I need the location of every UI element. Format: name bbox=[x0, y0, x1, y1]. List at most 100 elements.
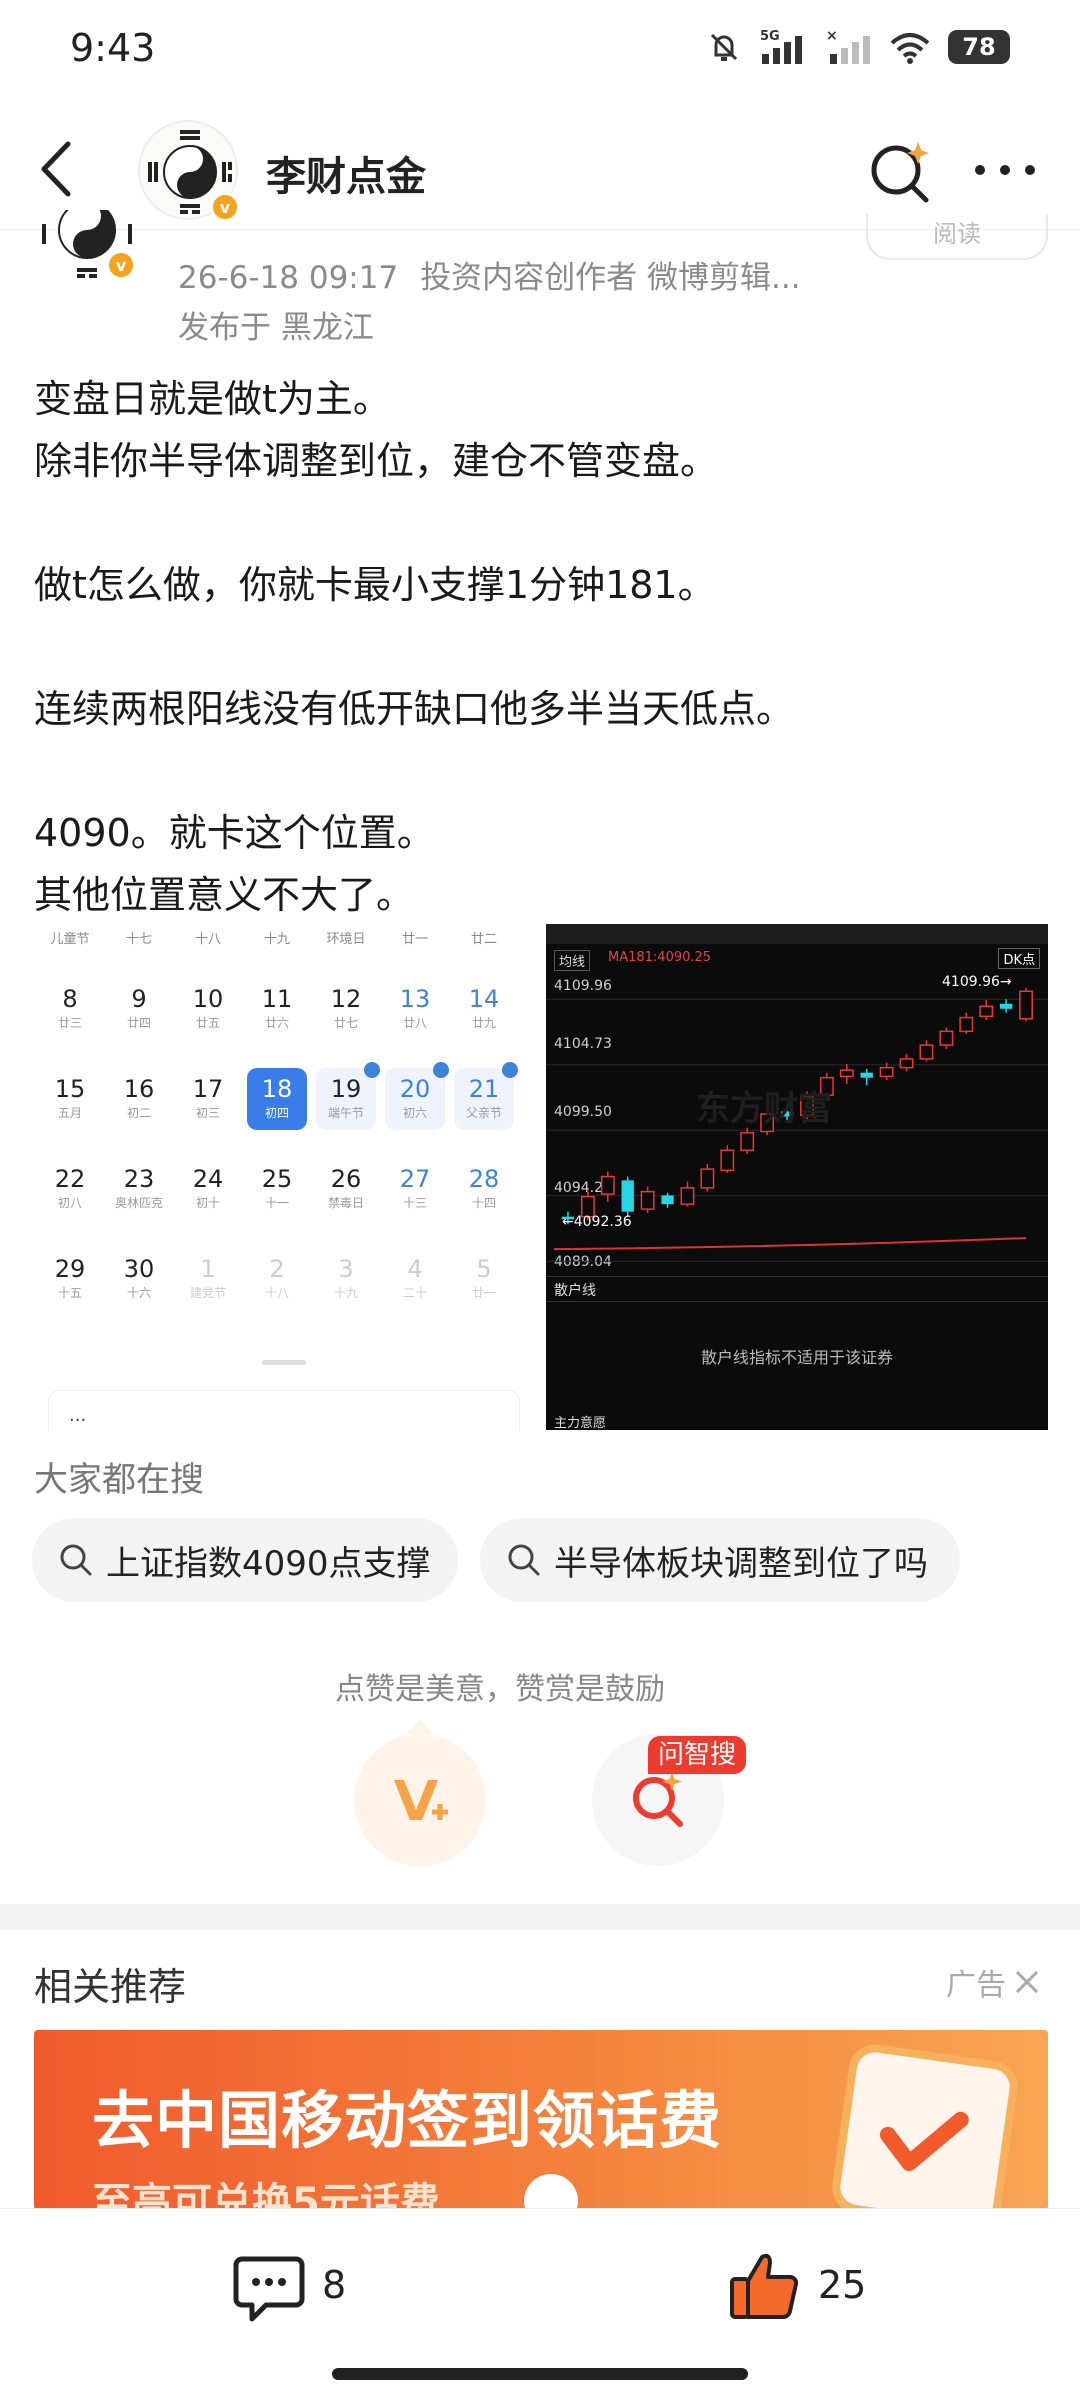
candle-body bbox=[740, 1132, 755, 1152]
svg-text:5G: 5G bbox=[760, 29, 780, 44]
calendar-day-lunar: 廿九 bbox=[471, 1016, 496, 1030]
calendar-top-row: 儿童节 十七 十八 十九 环境日 廿一 廿二 bbox=[34, 928, 534, 954]
calendar-day-lunar: 十四 bbox=[471, 1196, 496, 1210]
calendar-day: 21 父亲节 bbox=[454, 1062, 518, 1130]
reward-caption: 点赞是美意，赞赏是鼓励 bbox=[335, 1672, 665, 1707]
calendar-card: ... bbox=[48, 1390, 520, 1430]
holiday-tag bbox=[364, 1062, 380, 1078]
post-line bbox=[34, 492, 1044, 554]
calendar-day: 11 廿六 bbox=[247, 978, 307, 1040]
chart-low-value: 4092.36 bbox=[573, 1214, 632, 1230]
page-title[interactable]: 李财点金 bbox=[266, 144, 426, 202]
candle-body bbox=[979, 1005, 994, 1018]
top-nav-bar: v 李财点金 bbox=[0, 110, 1080, 230]
reward-button[interactable] bbox=[354, 1720, 486, 1866]
chart-high-label: 4109.96→ bbox=[942, 974, 1012, 990]
calendar-day-lunar: 廿一 bbox=[471, 1286, 496, 1300]
candle-body bbox=[839, 1069, 854, 1078]
hot-search-text: 上证指数4090点支撑 bbox=[106, 1543, 431, 1584]
comment-icon[interactable] bbox=[232, 2253, 306, 2325]
calendar-day-lunar: 初六 bbox=[402, 1106, 427, 1120]
ad-banner[interactable]: 去中国移动签到领话费 至高可兑换5元话费 bbox=[34, 2030, 1048, 2210]
calendar-day: 27 十三 bbox=[385, 1158, 445, 1220]
calendar-day-lunar: 十三 bbox=[402, 1196, 427, 1210]
svg-text:×: × bbox=[826, 28, 838, 44]
calendar-day-number: 20 bbox=[399, 1075, 431, 1103]
calendar-day-lunar: 五月 bbox=[57, 1106, 82, 1120]
comment-count[interactable]: 8 bbox=[322, 2263, 346, 2307]
chart-watermark: 东方财富 bbox=[696, 1089, 832, 1129]
search-spark-icon[interactable] bbox=[866, 138, 932, 204]
like-icon[interactable] bbox=[728, 2249, 802, 2323]
calendar-day-lunar: 廿三 bbox=[57, 1016, 82, 1030]
ad-label[interactable]: 广告 bbox=[946, 1960, 1042, 2004]
verified-badge: v bbox=[106, 250, 136, 280]
read-count-pill: 阅读 bbox=[866, 214, 1048, 260]
post-source: 投资内容创作者 微博剪辑... bbox=[420, 260, 801, 296]
calendar-day: 20 初六 bbox=[385, 1062, 449, 1130]
more-icon[interactable] bbox=[970, 160, 1040, 180]
mute-icon bbox=[710, 33, 738, 61]
post-line: 除非你半导体调整到位，建仓不管变盘。 bbox=[34, 439, 719, 483]
calendar-day-number: 29 bbox=[54, 1255, 86, 1283]
calendar-day-number: 9 bbox=[131, 985, 147, 1013]
calendar-day-lunar: 建党节 bbox=[189, 1286, 226, 1300]
calendar-day: 2 十八 bbox=[247, 1248, 307, 1310]
calendar-day-lunar: 廿六 bbox=[264, 1016, 289, 1030]
post-image-calendar[interactable]: 儿童节 十七 十八 十九 环境日 廿一 廿二 8 廿三 9 廿四 10 廿五 11 廿六 12 廿… bbox=[34, 924, 534, 1430]
signal-5g-icon: 5G bbox=[760, 29, 802, 64]
chart-subpanel-header: 散户线 bbox=[546, 1276, 1048, 1302]
ask-search-badge: 问智搜 bbox=[648, 1736, 747, 1774]
hot-search-chip[interactable]: 半导体板块调整到位了吗 bbox=[480, 1518, 960, 1602]
ma181-line bbox=[553, 1237, 1027, 1251]
calendar-day-lunar: 廿七 bbox=[333, 1016, 358, 1030]
calendar-day-lunar: 禁毒日 bbox=[327, 1196, 364, 1210]
calendar-day: 8 廿三 bbox=[40, 978, 100, 1040]
like-count[interactable]: 25 bbox=[818, 2263, 866, 2307]
hot-search-chip[interactable]: 上证指数4090点支撑 bbox=[32, 1518, 458, 1602]
calendar-day-lunar: 十六 bbox=[126, 1286, 151, 1300]
calendar-day-number: 4 bbox=[407, 1255, 423, 1283]
calendar-day: 4 二十 bbox=[385, 1248, 445, 1310]
candle-body bbox=[720, 1149, 735, 1172]
calendar-day-number: 8 bbox=[62, 985, 78, 1013]
calendar-day: 13 廿八 bbox=[385, 978, 445, 1040]
holiday-tag bbox=[433, 1062, 449, 1078]
calendar-day-number: 21 bbox=[468, 1075, 500, 1103]
candle-body bbox=[1019, 990, 1033, 1020]
calendar-day: 10 廿五 bbox=[178, 978, 238, 1040]
calendar-day-number: 18 bbox=[261, 1075, 293, 1103]
chart-low-label: ←4092.36 bbox=[562, 1214, 632, 1230]
calendar-day-lunar: 十九 bbox=[333, 1286, 358, 1300]
back-icon[interactable] bbox=[34, 138, 84, 200]
post-image-chart[interactable]: 均线 MA181:4090.25 DK点 4109.96 4104.73 409… bbox=[546, 924, 1048, 1430]
signal-nodata-icon: × bbox=[826, 28, 870, 64]
calendar-top-label: 十七 bbox=[125, 932, 152, 947]
calendar-day-number: 2 bbox=[269, 1255, 285, 1283]
post-body: 变盘日就是做t为主。 除非你半导体调整到位，建仓不管变盘。 做t怎么做，你就卡最… bbox=[34, 368, 1044, 926]
candle-body bbox=[661, 1195, 674, 1205]
calendar-day: 18 初四 bbox=[247, 1068, 307, 1130]
calendar-day: 26 禁毒日 bbox=[316, 1158, 376, 1220]
calendar-day-number: 12 bbox=[330, 985, 362, 1013]
calendar-top-label: 廿二 bbox=[470, 932, 497, 947]
banner-sub: 至高可兑换5元话费 bbox=[92, 2180, 440, 2210]
calendar-day-number: 30 bbox=[123, 1255, 155, 1283]
calendar-day: 14 廿九 bbox=[454, 978, 514, 1040]
banner-headline: 去中国移动签到领话费 bbox=[92, 2084, 723, 2157]
status-icons: 5G × 78 bbox=[706, 28, 1010, 66]
calendar-day: 16 初二 bbox=[109, 1068, 169, 1130]
sheet-handle bbox=[262, 1360, 306, 1365]
close-icon[interactable] bbox=[1012, 1967, 1042, 1997]
calendar-day-lunar: 廿五 bbox=[195, 1016, 220, 1030]
calendar-day-lunar: 初二 bbox=[126, 1106, 151, 1120]
calendar-day: 30 十六 bbox=[109, 1248, 169, 1310]
calendar-day-lunar: 廿八 bbox=[402, 1016, 427, 1030]
related-title: 相关推荐 bbox=[34, 1965, 187, 2009]
candle-body bbox=[939, 1030, 954, 1046]
calendar-day-number: 17 bbox=[192, 1075, 224, 1103]
calendar-day: 23 奥林匹克 bbox=[109, 1158, 169, 1220]
calendar-day: 1 建党节 bbox=[178, 1248, 238, 1310]
calendar-day-lunar: 端午节 bbox=[327, 1106, 364, 1120]
calendar-day-lunar: 初八 bbox=[57, 1196, 82, 1210]
